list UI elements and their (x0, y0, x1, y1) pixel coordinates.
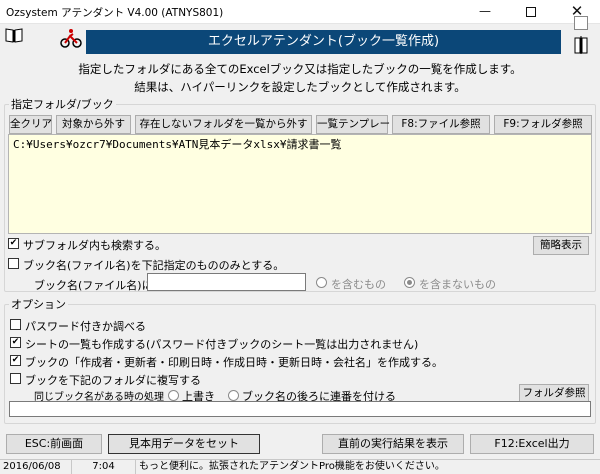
simple-view-button[interactable]: 簡略表示 (533, 236, 589, 255)
remove-missing-folders-button[interactable]: 存在しないフォルダを一覧から外す (135, 115, 312, 134)
remove-from-target-button[interactable]: 対象から外す (56, 115, 131, 134)
maximize-button[interactable] (508, 0, 554, 24)
exit-icon[interactable] (574, 36, 588, 54)
password-check-checkbox[interactable] (10, 319, 21, 330)
copy-books-checkbox[interactable] (10, 373, 21, 384)
path-list-item[interactable]: C:¥Users¥ozcr7¥Documents¥ATN見本データxlsx¥請求… (13, 138, 342, 151)
book-properties-label: ブックの「作成者・更新者・印刷日時・作成日時・更新日時・会社名」を作成する。 (25, 356, 443, 369)
list-template-button[interactable]: 一覧テンプレート (316, 115, 401, 134)
copy-folder-input[interactable] (9, 401, 591, 417)
status-bar: 2016/06/08 7:04 もっと便利に。拡張されたアテンダントPro機能を… (0, 459, 600, 474)
show-last-result-button[interactable]: 直前の実行結果を表示 (322, 434, 464, 454)
description-line-2: 結果は、ハイパーリンクを設定したブックとして作成されます。 (134, 80, 466, 94)
title-bar: Ozsystem アテンダント V4.00 (ATNYS801) — ✕ (0, 0, 600, 24)
esc-back-button[interactable]: ESC:前画面 (6, 434, 102, 454)
description-line-1: 指定したフォルダにある全てのExcelブック又は指定したブックの一覧を作成します… (78, 62, 522, 76)
subfolder-label: サブフォルダ内も検索する。 (23, 239, 166, 252)
password-check-label: パスワード付きか調べる (25, 320, 146, 333)
subfolder-checkbox[interactable]: ✔ (8, 238, 19, 249)
options-group-legend: オプション (11, 298, 66, 311)
page-title: エクセルアテンダント(ブック一覧作成) (86, 30, 561, 54)
window-title: Ozsystem アテンダント V4.00 (ATNYS801) (6, 7, 224, 19)
path-list-textarea[interactable]: C:¥Users¥ozcr7¥Documents¥ATN見本データxlsx¥請求… (8, 134, 592, 234)
book-properties-checkbox[interactable]: ✔ (10, 355, 21, 366)
overwrite-radio[interactable] (168, 390, 179, 401)
include-radio-label: を含むもの (331, 278, 386, 291)
clear-all-button[interactable]: 全クリア (9, 115, 52, 134)
include-radio[interactable] (316, 277, 327, 288)
status-message: もっと便利に。拡張されたアテンダントPro機能をお使いください。 (139, 461, 445, 472)
window-icon (574, 16, 588, 30)
excel-output-button[interactable]: F12:Excel出力 (470, 434, 594, 454)
file-reference-button[interactable]: F8:ファイル参照 (392, 115, 490, 134)
folder-reference-button[interactable]: F9:フォルダ参照 (494, 115, 592, 134)
bookname-filter-label: ブック名(ファイル名)を下記指定のもののみとする。 (23, 259, 285, 272)
minimize-button[interactable]: — (462, 0, 508, 24)
sheet-list-label: シートの一覧も作成する(パスワード付きブックのシート一覧は出力されません) (25, 338, 419, 351)
serial-number-radio[interactable] (228, 390, 239, 401)
bookname-filter-checkbox[interactable] (8, 258, 19, 269)
copy-books-label: ブックを下記のフォルダに複写する (25, 374, 201, 387)
set-sample-data-button[interactable]: 見本用データをセット (108, 434, 260, 454)
book-icon[interactable] (5, 27, 23, 43)
sheet-list-checkbox[interactable]: ✔ (10, 337, 21, 348)
folder-group-legend: 指定フォルダ/ブック (11, 98, 114, 111)
bookname-input[interactable] (147, 273, 306, 291)
status-date: 2016/06/08 (0, 460, 72, 474)
bicycle-icon (60, 27, 82, 49)
exclude-radio[interactable] (404, 277, 415, 288)
status-time: 7:04 (72, 460, 136, 474)
bookname-field-label: ブック名(ファイル名)に (34, 279, 153, 292)
exclude-radio-label: を含まないもの (419, 278, 496, 291)
